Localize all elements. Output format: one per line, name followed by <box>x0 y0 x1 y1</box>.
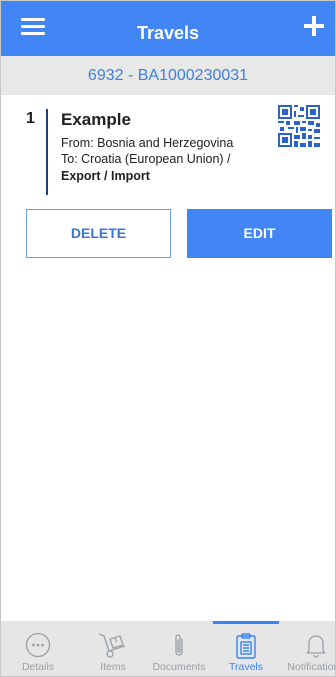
bell-icon <box>306 635 326 658</box>
travel-from: From: Bosnia and Herzegovina <box>61 136 234 150</box>
nav-label-travels: Travels <box>228 661 264 673</box>
delete-button[interactable]: DELETE <box>26 209 171 258</box>
nav-item-travels[interactable]: Travels <box>219 621 273 676</box>
bottom-navigation: Details Items Documents Travels Notifica… <box>1 621 335 676</box>
nav-item-documents[interactable]: Documents <box>147 621 211 676</box>
page-title: Travels <box>136 23 200 43</box>
app-bar: Travels <box>1 1 335 56</box>
travel-to: To: Croatia (European Union) / <box>61 152 231 166</box>
qr-code-icon[interactable] <box>278 105 320 147</box>
travel-name: Example <box>61 110 131 129</box>
ellipsis-icon <box>25 632 51 658</box>
travel-card[interactable]: 1 Example From: Bosnia and Herzegovina T… <box>1 95 335 197</box>
paperclip-icon <box>175 634 183 656</box>
travel-index: 1 <box>26 110 35 127</box>
nav-label-details: Details <box>21 661 55 673</box>
nav-label-documents: Documents <box>152 661 206 673</box>
app-screen: Travels 6932 - BA1000230031 1 Example Fr… <box>0 0 336 677</box>
nav-item-details[interactable]: Details <box>9 621 67 676</box>
nav-label-notifications: Notifications <box>287 661 335 673</box>
clipboard-icon <box>236 633 256 659</box>
declaration-number: 6932 - BA1000230031 <box>1 56 335 95</box>
nav-label-items: Items <box>100 661 126 673</box>
hand-truck-icon <box>98 633 126 658</box>
nav-item-items[interactable]: Items <box>85 621 141 676</box>
edit-button[interactable]: EDIT <box>187 209 332 258</box>
nav-item-notifications[interactable]: Notifications <box>279 621 335 676</box>
travel-type: Export / Import <box>61 169 150 183</box>
plus-icon[interactable] <box>301 13 327 39</box>
card-accent-bar <box>46 109 48 195</box>
